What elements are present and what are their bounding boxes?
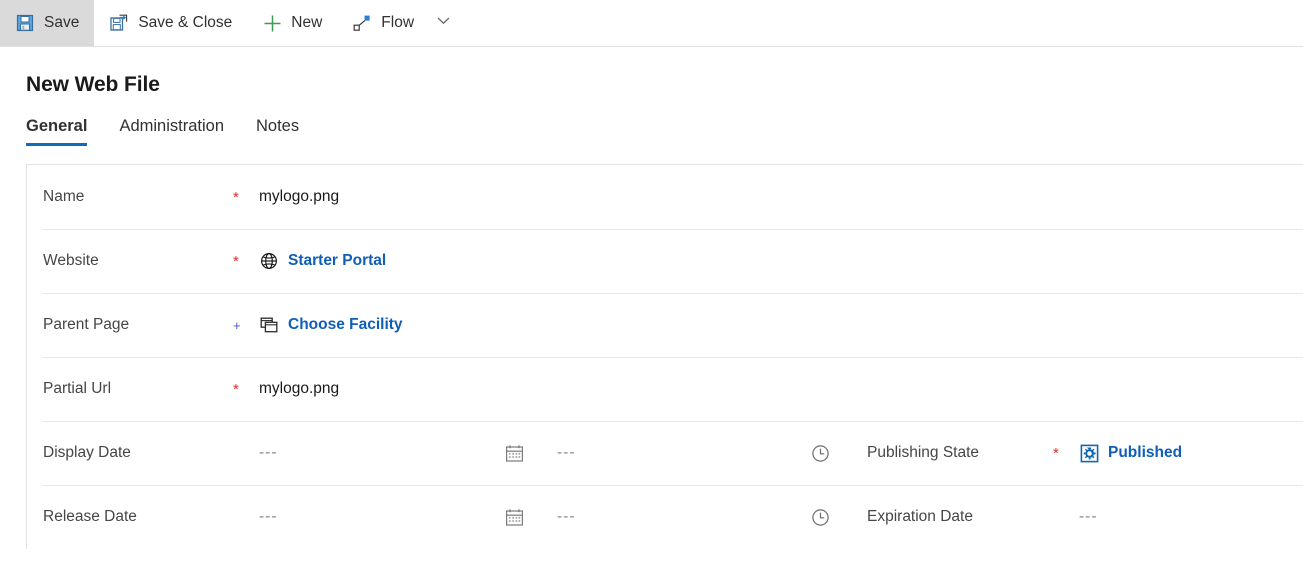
required-marker-publishing-state: * [1053, 444, 1059, 462]
new-button[interactable]: New [247, 0, 337, 46]
save-close-icon [109, 13, 129, 33]
tab-notes[interactable]: Notes [240, 117, 315, 146]
new-button-label: New [291, 14, 323, 31]
save-and-close-button[interactable]: Save & Close [94, 0, 247, 46]
recommended-marker-parent-page: + [233, 317, 241, 333]
save-and-close-button-label: Save & Close [138, 14, 233, 31]
field-value-release-time[interactable]: --- [557, 508, 811, 526]
field-value-website-text: Starter Portal [288, 252, 387, 269]
form-row-release-date: Release Date * --- --- [27, 485, 1303, 549]
command-bar: Save Save & Close New Flow [0, 0, 1303, 47]
tab-general-label: General [26, 117, 88, 135]
form-row-name: Name * mylogo.png [27, 165, 1303, 229]
field-value-publishing-state-text: Published [1108, 444, 1183, 461]
field-value-parent-page-text: Choose Facility [288, 316, 403, 333]
field-label-website: Website [43, 252, 99, 269]
required-marker-partial-url: * [233, 380, 239, 398]
field-value-publishing-state[interactable]: Published [1079, 443, 1182, 463]
flow-button-label: Flow [381, 14, 415, 31]
form-section-general: Name * mylogo.png Website * Starter Port… [26, 164, 1303, 549]
clock-icon-display-date[interactable] [811, 444, 867, 463]
field-label-name: Name [43, 188, 85, 205]
marker-release-date: * [233, 510, 259, 525]
field-value-name[interactable]: mylogo.png [259, 188, 339, 206]
required-marker-name: * [233, 188, 239, 206]
marker-expiration-date: * [1053, 510, 1079, 525]
page-title: New Web File [26, 73, 160, 96]
field-value-expiration-date[interactable]: --- [1079, 508, 1098, 526]
field-value-website[interactable]: Starter Portal [259, 251, 386, 271]
tab-list: General Administration Notes [0, 97, 1303, 146]
save-button-label: Save [44, 14, 80, 31]
flow-overflow-caret[interactable] [429, 0, 465, 46]
field-value-partial-url[interactable]: mylogo.png [259, 380, 339, 398]
field-value-display-date[interactable]: --- [259, 444, 505, 462]
calendar-icon-release-date[interactable] [505, 508, 557, 527]
flow-button[interactable]: Flow [337, 0, 429, 46]
field-value-release-date[interactable]: --- [259, 508, 505, 526]
field-value-display-time[interactable]: --- [557, 444, 811, 462]
save-button[interactable]: Save [0, 0, 95, 46]
field-label-release-date: Release Date [43, 508, 137, 525]
field-label-parent-page: Parent Page [43, 316, 130, 333]
form-row-display-date: Display Date * --- --- [27, 421, 1303, 485]
form-row-parent-page: Parent Page + Choose Facility [27, 293, 1303, 357]
marker-display-date: * [233, 446, 259, 461]
globe-icon [259, 251, 279, 271]
tab-notes-label: Notes [256, 117, 300, 135]
field-value-parent-page[interactable]: Choose Facility [259, 315, 403, 335]
form-row-website: Website * Starter Portal [27, 229, 1303, 293]
plus-icon [262, 13, 282, 33]
flow-icon [352, 13, 372, 33]
chevron-down-icon [435, 12, 452, 34]
tab-administration[interactable]: Administration [103, 117, 240, 146]
field-label-publishing-state: Publishing State [867, 444, 980, 461]
clock-icon-release-date[interactable] [811, 508, 867, 527]
field-label-expiration-date: Expiration Date [867, 508, 973, 525]
field-label-partial-url: Partial Url [43, 380, 112, 397]
field-label-display-date: Display Date [43, 444, 131, 461]
required-marker-website: * [233, 252, 239, 270]
publishing-state-icon [1079, 443, 1099, 463]
save-icon [15, 13, 35, 33]
pages-icon [259, 315, 279, 335]
tab-general[interactable]: General [26, 117, 103, 146]
form-row-partial-url: Partial Url * mylogo.png [27, 357, 1303, 421]
calendar-icon-display-date[interactable] [505, 444, 557, 463]
tab-administration-label: Administration [119, 117, 224, 135]
